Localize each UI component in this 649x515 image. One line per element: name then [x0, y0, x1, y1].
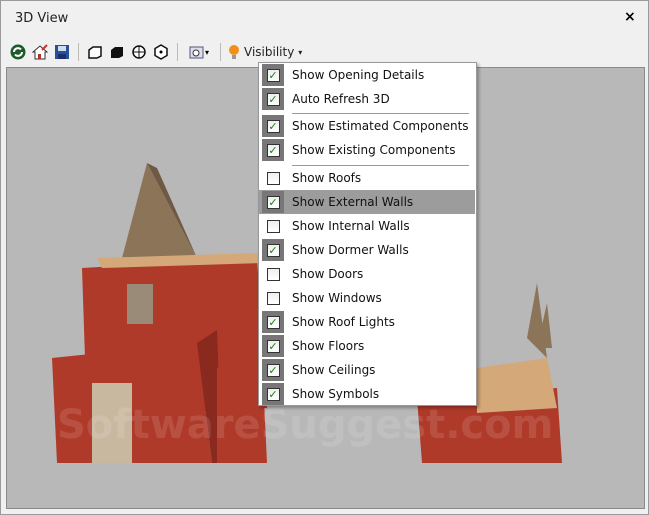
menu-item-label: Show Estimated Components: [292, 119, 469, 133]
check-icon: ✓: [267, 196, 280, 209]
toolbar: ▾ Visibility ▾: [9, 42, 302, 62]
menu-item-show-opening-details[interactable]: ✓ Show Opening Details: [259, 63, 476, 87]
menu-item-label: Show External Walls: [292, 195, 413, 209]
visibility-label: Visibility: [244, 45, 294, 59]
checkbox[interactable]: ✓: [262, 88, 284, 110]
menu-item-auto-refresh-3d[interactable]: ✓ Auto Refresh 3D: [259, 87, 476, 111]
lightbulb-icon: [228, 44, 240, 60]
view-top-icon[interactable]: [130, 43, 148, 61]
check-icon: ✓: [267, 93, 280, 106]
window-title: 3D View: [15, 11, 68, 26]
menu-item-label: Show Dormer Walls: [292, 243, 409, 257]
checkbox[interactable]: ✓: [262, 139, 284, 161]
menu-item-label: Show Internal Walls: [292, 219, 410, 233]
menu-item-label: Show Roofs: [292, 171, 361, 185]
menu-item-label: Show Windows: [292, 291, 382, 305]
menu-item-show-windows[interactable]: Show Windows: [259, 286, 476, 310]
check-icon: ✓: [267, 69, 280, 82]
menu-item-show-doors[interactable]: Show Doors: [259, 262, 476, 286]
menu-item-show-roofs[interactable]: Show Roofs: [259, 166, 476, 190]
check-icon: ✓: [267, 120, 280, 133]
menu-item-label: Show Opening Details: [292, 68, 424, 82]
watermark: SoftwareSuggest.com: [57, 402, 553, 448]
menu-item-label: Auto Refresh 3D: [292, 92, 390, 106]
view-iso-icon[interactable]: [152, 43, 170, 61]
checkbox[interactable]: ✓: [262, 115, 284, 137]
check-icon: ✓: [267, 316, 280, 329]
checkbox[interactable]: [262, 215, 284, 237]
check-icon: ✓: [267, 144, 280, 157]
checkbox[interactable]: ✓: [262, 239, 284, 261]
checkbox[interactable]: ✓: [262, 383, 284, 405]
menu-item-show-dormer-walls[interactable]: ✓ Show Dormer Walls: [259, 238, 476, 262]
close-button[interactable]: ×: [624, 9, 636, 25]
checkbox[interactable]: [262, 167, 284, 189]
checkbox[interactable]: ✓: [262, 64, 284, 86]
toolbar-separator: [220, 43, 221, 61]
menu-item-label: Show Ceilings: [292, 363, 375, 377]
toolbar-separator: [78, 43, 79, 61]
menu-item-show-estimated-components[interactable]: ✓ Show Estimated Components: [259, 114, 476, 138]
checkbox[interactable]: ✓: [262, 311, 284, 333]
menu-item-label: Show Doors: [292, 267, 363, 281]
menu-item-label: Show Existing Components: [292, 143, 455, 157]
menu-item-show-internal-walls[interactable]: Show Internal Walls: [259, 214, 476, 238]
save-icon[interactable]: [53, 43, 71, 61]
checkbox-empty: [267, 220, 280, 233]
menu-item-show-external-walls[interactable]: ✓ Show External Walls: [259, 190, 475, 214]
menu-item-show-roof-lights[interactable]: ✓ Show Roof Lights: [259, 310, 476, 334]
checkbox-empty: [267, 268, 280, 281]
check-icon: ✓: [267, 244, 280, 257]
toolbar-separator: [177, 43, 178, 61]
check-icon: ✓: [267, 340, 280, 353]
checkbox[interactable]: ✓: [262, 359, 284, 381]
checkbox[interactable]: ✓: [262, 191, 284, 213]
menu-item-show-symbols[interactable]: ✓ Show Symbols: [259, 382, 476, 406]
menu-item-show-existing-components[interactable]: ✓ Show Existing Components: [259, 138, 476, 162]
checkbox[interactable]: ✓: [262, 335, 284, 357]
menu-item-show-floors[interactable]: ✓ Show Floors: [259, 334, 476, 358]
check-icon: ✓: [267, 388, 280, 401]
checkbox[interactable]: [262, 263, 284, 285]
menu-item-label: Show Symbols: [292, 387, 379, 401]
checkbox-empty: [267, 292, 280, 305]
visibility-dropdown[interactable]: Visibility ▾: [228, 44, 302, 60]
chevron-down-icon: ▾: [298, 48, 302, 57]
view-front-icon[interactable]: [86, 43, 104, 61]
visibility-menu: ✓ Show Opening Details ✓ Auto Refresh 3D ✓ Sh…: [258, 62, 477, 406]
camera-icon[interactable]: ▾: [185, 43, 213, 61]
checkbox[interactable]: [262, 287, 284, 309]
view-solid-icon[interactable]: [108, 43, 126, 61]
refresh-icon[interactable]: [9, 43, 27, 61]
menu-item-show-ceilings[interactable]: ✓ Show Ceilings: [259, 358, 476, 382]
home-edit-icon[interactable]: [31, 43, 49, 61]
check-icon: ✓: [267, 364, 280, 377]
menu-item-label: Show Floors: [292, 339, 364, 353]
menu-item-label: Show Roof Lights: [292, 315, 395, 329]
checkbox-empty: [267, 172, 280, 185]
